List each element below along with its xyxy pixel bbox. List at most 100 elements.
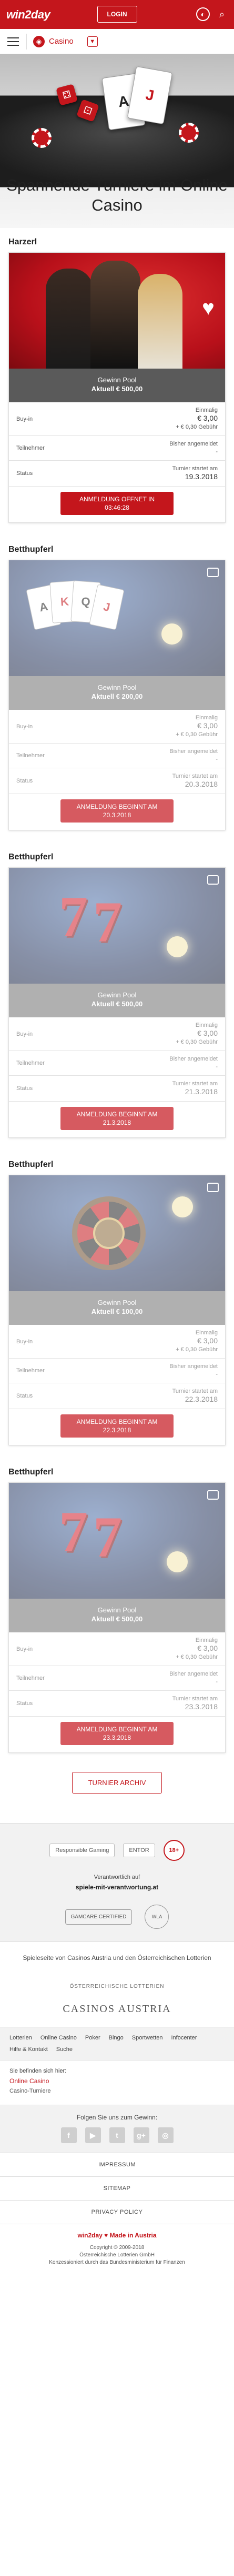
google-plus-icon[interactable]: g+ <box>133 2127 149 2143</box>
entry-label: Einmalig <box>195 715 218 721</box>
lucky-seven: 7 <box>59 885 88 949</box>
moon-icon <box>172 1196 193 1217</box>
tournament-image[interactable]: 7 7 <box>9 1483 225 1599</box>
user-help-icon[interactable]: ◐ <box>196 7 210 21</box>
bed-icon <box>207 568 219 577</box>
moon-icon <box>167 936 188 957</box>
gamcare-badge[interactable]: GAMCARE CERTIFIED <box>65 1909 133 1925</box>
participants-row: Teilnehmer Bisher angemeldet - <box>9 744 225 768</box>
sitemap-link[interactable]: SITEMAP <box>0 2176 234 2200</box>
responsibility-link[interactable]: spiele-mit-verantwortung.at <box>11 1884 223 1891</box>
pool-bar: Gewinn Pool Aktuell € 500,00 <box>9 1599 225 1632</box>
registered-count: - <box>216 1371 218 1378</box>
fee-note: + € 0,30 Gebühr <box>176 424 218 430</box>
casino-chip-icon: ◉ <box>33 35 45 47</box>
category-selector[interactable]: ◉ Casino ▼ <box>26 33 98 49</box>
pool-label: Gewinn Pool <box>97 683 137 691</box>
entry-label: Einmalig <box>195 407 218 413</box>
impressum-link[interactable]: IMPRESSUM <box>0 2153 234 2176</box>
pool-value: Aktuell € 500,00 <box>91 1000 143 1008</box>
footer-link[interactable]: Online Casino <box>40 2035 77 2041</box>
buyin-value: Einmalig € 3,00 + € 0,30 Gebühr <box>176 407 218 431</box>
moon-icon <box>161 623 182 645</box>
tournament-image[interactable]: A K Q J <box>9 560 225 676</box>
buyin-label: Buy-in <box>16 1031 33 1037</box>
registration-button[interactable]: ANMELDUNG OFFNET IN 03:46:28 <box>60 492 174 515</box>
tournament-heading: Betthupferl <box>8 1468 54 1477</box>
pool-bar: Gewinn Pool Aktuell € 100,00 <box>9 1291 225 1325</box>
footer-link[interactable]: Lotterien <box>9 2035 32 2041</box>
registration-button[interactable]: ANMELDUNG BEGINNT AM 22.3.2018 <box>60 1414 174 1438</box>
social-icons: f ▶ t g+ ◎ <box>0 2127 234 2143</box>
registration-button[interactable]: ANMELDUNG BEGINNT AM 20.3.2018 <box>60 799 174 823</box>
footer-navigation: Lotterien Online Casino Poker Bingo Spor… <box>0 2027 234 2060</box>
status-value: Turnier startet am 22.3.2018 <box>172 1388 218 1404</box>
buyin-label: Buy-in <box>16 1338 33 1345</box>
instagram-icon[interactable]: ◎ <box>157 2127 174 2143</box>
footer-link[interactable]: Sportwetten <box>132 2035 163 2041</box>
status-label: Status <box>16 470 33 477</box>
tournament-archive-button[interactable]: TURNIER ARCHIV <box>72 1772 162 1794</box>
chevron-down-icon[interactable]: ▼ <box>87 36 98 47</box>
social-section: Folgen Sie uns zum Gewinn: f ▶ t g+ ◎ <box>0 2105 234 2153</box>
footer-link[interactable]: Suche <box>56 2046 73 2053</box>
tournament-image[interactable]: 7 7 <box>9 868 225 984</box>
registration-button[interactable]: ANMELDUNG BEGINNT AM 21.3.2018 <box>60 1107 174 1130</box>
responsible-gaming-logo[interactable]: Responsible Gaming <box>49 1844 115 1857</box>
moon-icon <box>167 1551 188 1572</box>
cta-line2: 03:46:28 <box>105 504 129 511</box>
breadcrumb-link[interactable]: Online Casino <box>9 2077 225 2085</box>
lotterien-logo[interactable]: ÖSTERREICHISCHE LOTTERIEN <box>11 1984 223 1989</box>
registered-count: - <box>216 449 218 455</box>
copyright-line: Copyright © 2009-2018 <box>89 2245 145 2251</box>
cta-line1: ANMELDUNG OFFNET IN <box>79 496 155 503</box>
tournament-image[interactable]: ♥ <box>9 253 225 369</box>
participants-value: Bisher angemeldet - <box>169 1670 218 1686</box>
registration-button[interactable]: ANMELDUNG BEGINNT AM 23.3.2018 <box>60 1722 174 1745</box>
copyright-line: Konzessioniert durch das Bundesministeri… <box>49 2260 185 2265</box>
tournament-image[interactable] <box>9 1175 225 1291</box>
category-label: Casino <box>49 37 74 46</box>
pool-bar: Gewinn Pool Aktuell € 200,00 <box>9 676 225 710</box>
hero-chip <box>179 123 199 143</box>
wla-badge[interactable]: WLA <box>145 1905 169 1929</box>
sub-navigation: ◉ Casino ▼ <box>0 29 234 54</box>
buyin-amount: € 3,00 <box>197 1336 218 1345</box>
buyin-label: Buy-in <box>16 723 33 730</box>
win2day-logo[interactable]: win2day <box>6 8 50 22</box>
person-figure <box>138 274 182 369</box>
footer-bottom: win2day ♥ Made in Austria Copyright © 20… <box>0 2224 234 2277</box>
status-value: Turnier startet am 19.3.2018 <box>172 465 218 482</box>
footer-link[interactable]: Bingo <box>109 2035 124 2041</box>
pool-value: Aktuell € 200,00 <box>91 692 143 700</box>
heart-icon: ♥ <box>202 296 215 320</box>
status-row: Status Turnier startet am 20.3.2018 <box>9 768 225 794</box>
participants-row: Teilnehmer Bisher angemeldet - <box>9 1359 225 1383</box>
pool-label: Gewinn Pool <box>97 991 137 999</box>
status-value: Turnier startet am 21.3.2018 <box>172 1080 218 1097</box>
bed-icon <box>207 1183 219 1192</box>
cta-wrap: ANMELDUNG BEGINNT AM 21.3.2018 <box>9 1102 225 1137</box>
youtube-icon[interactable]: ▶ <box>85 2127 101 2143</box>
footer-link[interactable]: Hilfe & Kontakt <box>9 2046 48 2053</box>
twitter-icon[interactable]: t <box>109 2127 125 2143</box>
buyin-value: Einmalig € 3,00 + € 0,30 Gebühr <box>176 1022 218 1046</box>
privacy-policy-link[interactable]: PRIVACY POLICY <box>0 2200 234 2224</box>
casinos-austria-logo[interactable]: CASINOS AUSTRIA <box>11 2003 223 2015</box>
tournament-heading: Betthupferl <box>8 545 54 554</box>
fee-note: + € 0,30 Gebühr <box>176 1654 218 1660</box>
entor-logo[interactable]: ENTOR <box>123 1844 155 1857</box>
breadcrumb-current: Casino-Turniere <box>9 2088 51 2094</box>
menu-icon[interactable] <box>7 37 19 46</box>
footer-link[interactable]: Infocenter <box>171 2035 197 2041</box>
search-icon[interactable]: ⌕ <box>215 7 229 21</box>
start-label: Turnier startet am <box>172 1388 218 1394</box>
cta-line2: 21.3.2018 <box>103 1119 131 1126</box>
footer-link[interactable]: Poker <box>85 2035 100 2041</box>
facebook-icon[interactable]: f <box>60 2127 77 2143</box>
footer-logos: Responsible Gaming ENTOR 18+ <box>11 1837 223 1864</box>
login-button[interactable]: LOGIN <box>97 6 137 23</box>
fee-note: + € 0,30 Gebühr <box>176 1039 218 1045</box>
pool-value: Aktuell € 100,00 <box>91 1307 143 1315</box>
status-label: Status <box>16 1700 33 1707</box>
